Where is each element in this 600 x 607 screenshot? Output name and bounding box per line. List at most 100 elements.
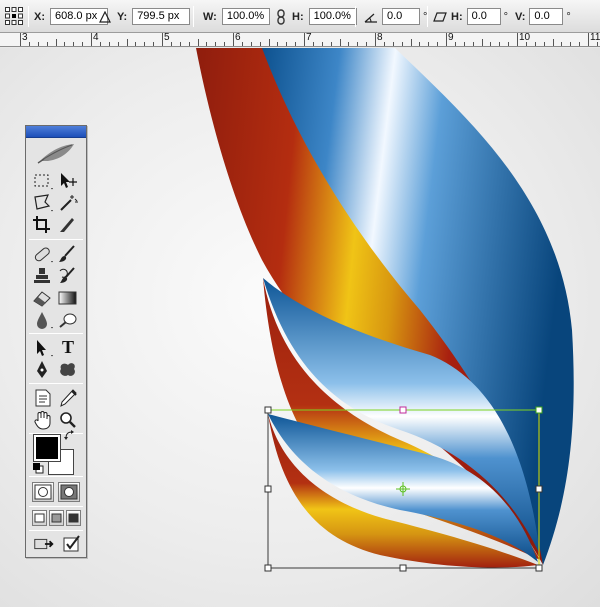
- ruler-minor-tick: [56, 39, 57, 46]
- screen-mode-menu-icon: [51, 513, 62, 523]
- rotate-input[interactable]: 0.0: [382, 8, 420, 25]
- lasso-tool[interactable]: [31, 192, 55, 214]
- eyedropper-tool[interactable]: [56, 387, 80, 409]
- options-bar: X: 608.0 px Y: 799.5 px W: 100.0% H: 100…: [0, 0, 600, 33]
- ruler-major-tick: [375, 33, 376, 46]
- type-tool-glyph: T: [62, 337, 75, 357]
- ruler-major-tick: [517, 33, 518, 46]
- brush-tool[interactable]: [56, 243, 80, 265]
- ruler-label: 9: [448, 33, 454, 43]
- ruler-minor-tick: [366, 42, 367, 46]
- hand-icon: [34, 411, 51, 430]
- blur-tool[interactable]: [31, 309, 55, 331]
- ruler-label: 5: [164, 33, 170, 43]
- full-screen-menu-mode-button[interactable]: [49, 510, 64, 526]
- ruler-minor-tick: [553, 39, 554, 46]
- rubber-stamp-icon: [34, 268, 50, 283]
- standard-screen-mode-button[interactable]: [32, 510, 47, 526]
- horizontal-ruler[interactable]: 3 4 5 6 7 8 9 10 11: [0, 33, 600, 47]
- standard-mode-button[interactable]: [32, 482, 54, 502]
- vskew-degree-unit: °: [566, 10, 571, 23]
- ruler-minor-tick: [322, 42, 323, 46]
- magic-wand-tool[interactable]: [56, 192, 80, 214]
- ruler-minor-tick: [499, 42, 500, 46]
- crop-tool[interactable]: [31, 214, 55, 236]
- pen-tool[interactable]: [31, 359, 55, 381]
- type-tool[interactable]: T: [56, 337, 80, 359]
- y-label: Y:: [117, 10, 128, 23]
- pen-nib-icon: [37, 361, 47, 378]
- vertical-skew-label: V:: [515, 10, 526, 23]
- vertical-skew-input[interactable]: 0.0: [529, 8, 564, 25]
- separator: [28, 6, 29, 27]
- ruler-minor-tick: [38, 42, 39, 46]
- height-input[interactable]: 100.0%: [308, 8, 357, 25]
- path-selection-arrow-icon: [37, 340, 53, 357]
- gradient-icon: [58, 291, 77, 305]
- crop-icon: [33, 216, 50, 233]
- edit-in-imageready-button[interactable]: [60, 533, 82, 555]
- gradient-tool[interactable]: [56, 287, 80, 309]
- ruler-minor-tick: [357, 42, 358, 46]
- ruler-major-tick: [162, 33, 163, 46]
- quick-mask-mode-button[interactable]: [58, 482, 80, 502]
- history-brush-tool[interactable]: [56, 265, 80, 287]
- width-input[interactable]: 100.0%: [221, 8, 270, 25]
- reference-point-locator[interactable]: [4, 6, 24, 25]
- ruler-minor-tick: [127, 39, 128, 46]
- ruler-minor-tick: [144, 42, 145, 46]
- clone-stamp-tool[interactable]: [31, 265, 55, 287]
- height-group: H: 100.0%: [292, 8, 357, 25]
- move-tool[interactable]: [56, 170, 80, 192]
- dodge-tool[interactable]: [56, 309, 80, 331]
- chain-link-icon: [277, 8, 285, 25]
- ruler-minor-tick: [242, 42, 243, 46]
- hand-tool[interactable]: [31, 409, 55, 431]
- ruler-major-tick: [20, 33, 21, 46]
- ruler-minor-tick: [473, 42, 474, 46]
- skew-icon: [433, 11, 447, 22]
- slice-tool[interactable]: [56, 214, 80, 236]
- divider: [29, 476, 83, 477]
- dodge-icon: [59, 313, 77, 328]
- ruler-minor-tick: [535, 42, 536, 46]
- ruler-minor-tick: [251, 42, 252, 46]
- jump-to-icon: [34, 538, 54, 550]
- bandage-icon: [34, 247, 53, 263]
- tools-panel-titlebar[interactable]: [26, 126, 86, 138]
- horizontal-skew-input[interactable]: 0.0: [466, 8, 501, 25]
- full-screen-mode-button[interactable]: [66, 510, 81, 526]
- ruler-minor-tick: [526, 42, 527, 46]
- ruler-major-tick: [91, 33, 92, 46]
- delta-icon: [99, 10, 111, 23]
- ruler-minor-tick: [561, 42, 562, 46]
- polygonal-lasso-icon: [34, 194, 53, 212]
- healing-brush-tool[interactable]: [31, 243, 55, 265]
- ruler-minor-tick: [482, 39, 483, 46]
- relative-position-toggle[interactable]: [99, 8, 111, 25]
- divider: [29, 333, 83, 334]
- eraser-tool[interactable]: [31, 287, 55, 309]
- ruler-major-tick: [304, 33, 305, 46]
- maintain-aspect-ratio-button[interactable]: [275, 8, 287, 25]
- ruler-minor-tick: [180, 42, 181, 46]
- foreground-color-swatch[interactable]: [33, 434, 61, 462]
- jump-to-imageready-button[interactable]: [32, 533, 58, 555]
- path-selection-tool[interactable]: [31, 337, 55, 359]
- custom-shape-icon: [60, 363, 75, 376]
- swap-colors-icon[interactable]: [64, 430, 76, 442]
- ruler-minor-tick: [570, 42, 571, 46]
- notes-tool[interactable]: [31, 387, 55, 409]
- marquee-tool[interactable]: [31, 170, 55, 192]
- default-colors-icon[interactable]: [32, 462, 44, 474]
- ruler-label: 10: [519, 33, 531, 43]
- ruler-minor-tick: [100, 42, 101, 46]
- feather-logo-icon[interactable]: [36, 141, 78, 165]
- ruler-major-tick: [588, 33, 589, 46]
- custom-shape-tool[interactable]: [56, 359, 80, 381]
- ruler-minor-tick: [331, 42, 332, 46]
- document-canvas[interactable]: [0, 48, 600, 607]
- ruler-minor-tick: [109, 42, 110, 46]
- zoom-tool[interactable]: [56, 409, 80, 431]
- y-position-input[interactable]: 799.5 px: [132, 8, 191, 25]
